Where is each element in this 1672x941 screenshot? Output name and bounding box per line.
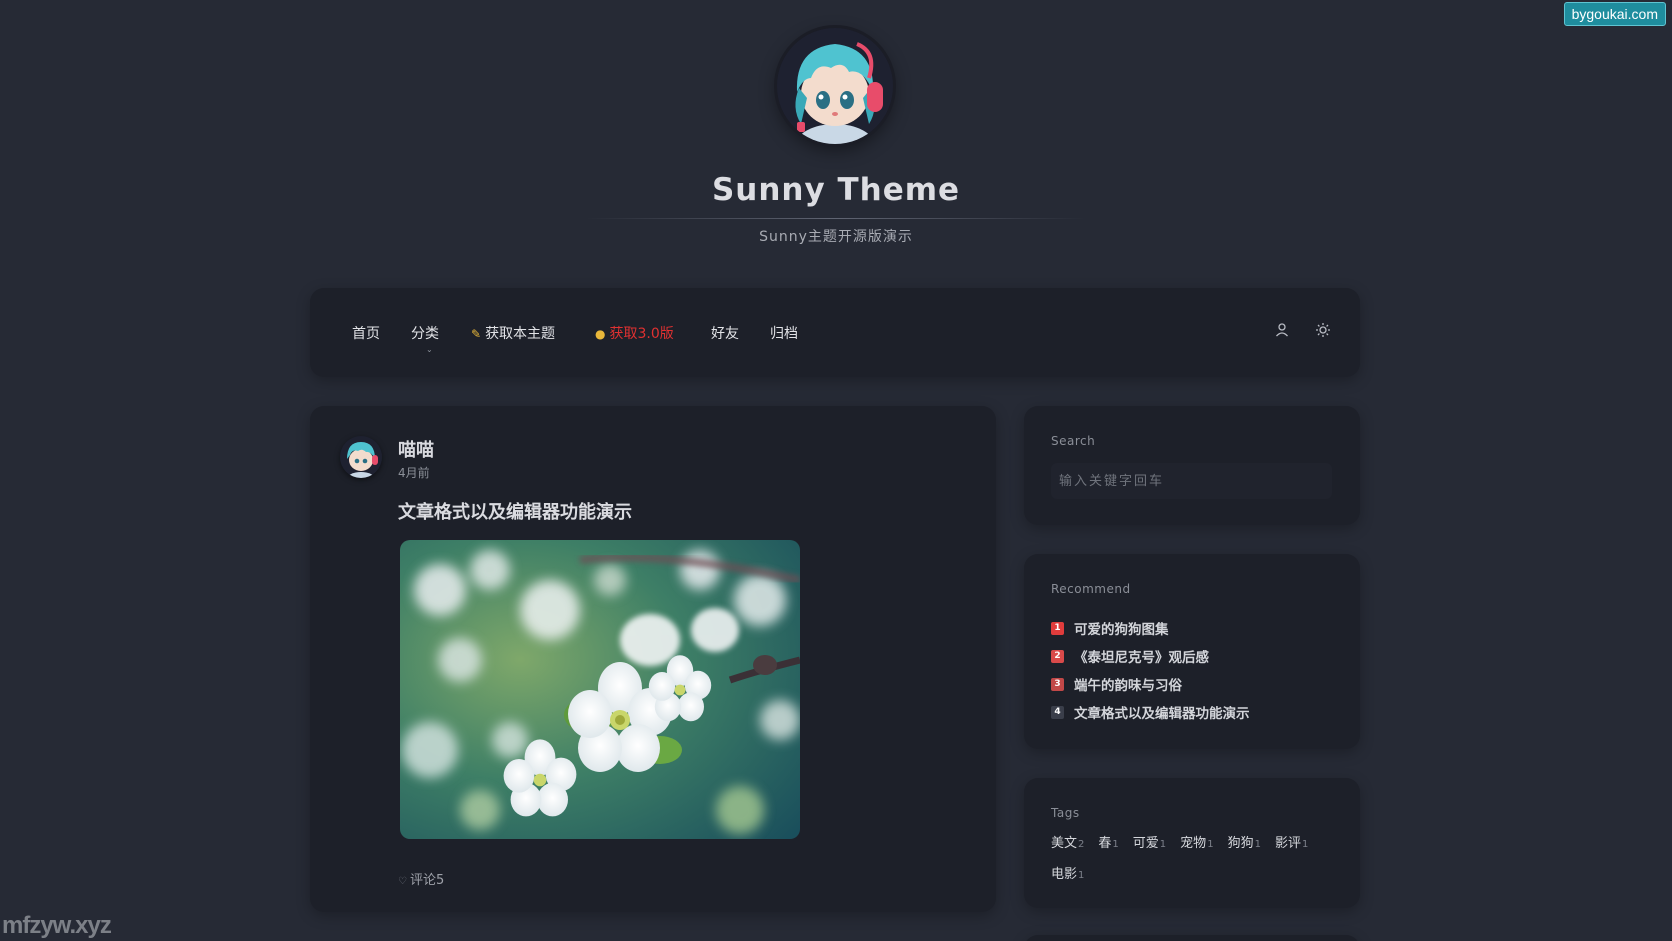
money-bag-icon: ● <box>595 327 606 341</box>
site-avatar <box>777 28 893 144</box>
post-card: 喵喵 4月前 文章格式以及编辑器功能演示 ♡ 评论5 <box>310 406 996 912</box>
search-input[interactable] <box>1051 463 1332 499</box>
watermark-bottom: mfzyw.xyz <box>2 912 112 939</box>
tags-widget: Tags 美文2 春1 可爱1 宠物1 狗狗1 影评1电影1 <box>1024 778 1360 908</box>
tag-name: 电影 <box>1051 867 1078 882</box>
rank-badge: 1 <box>1051 621 1064 635</box>
nav-category-label: 分类 <box>411 326 439 342</box>
tag-name: 春 <box>1098 836 1112 851</box>
tag-item[interactable]: 狗狗1 <box>1228 832 1261 851</box>
search-widget: Search <box>1024 406 1360 525</box>
pencil-icon: ✎ <box>471 327 482 341</box>
post-time: 4月前 <box>398 466 430 480</box>
main-navbar: 首页 分类 ⌄ ✎ 获取本主题 ● 获取3.0版 好友 归档 <box>310 288 1360 377</box>
tag-name: 美文 <box>1051 836 1078 851</box>
post-title[interactable]: 文章格式以及编辑器功能演示 <box>398 498 632 524</box>
nav-friends[interactable]: 好友 <box>711 323 739 343</box>
tag-count: 2 <box>1078 839 1085 850</box>
nav-home-label: 首页 <box>352 326 380 342</box>
nav-friends-label: 好友 <box>711 326 739 342</box>
recommend-widget: Recommend 1 可爱的狗狗图集 2 《泰坦尼克号》观后感 3 端午的韵味… <box>1024 554 1360 749</box>
tag-count: 1 <box>1078 870 1085 881</box>
tag-count: 1 <box>1207 839 1214 850</box>
rank-badge: 3 <box>1051 677 1064 691</box>
tag-item[interactable]: 美文2 <box>1051 832 1084 851</box>
rank-badge: 2 <box>1051 649 1064 663</box>
recommend-item[interactable]: 2 《泰坦尼克号》观后感 <box>1051 642 1250 670</box>
page: Sunny Theme Sunny主题开源版演示 首页 分类 ⌄ ✎ 获取本主题 … <box>0 0 1672 941</box>
nav-category[interactable]: 分类 ⌄ <box>411 323 439 354</box>
title-divider <box>586 218 1086 219</box>
heart-icon: ♡ <box>398 876 407 887</box>
tag-count: 1 <box>1301 839 1309 850</box>
watermark-top: bygoukai.com <box>1563 2 1666 26</box>
tag-count: 1 <box>1112 839 1119 850</box>
nav-archive-label: 归档 <box>770 326 798 342</box>
recommend-item[interactable]: 3 端午的韵味与习俗 <box>1051 670 1250 698</box>
tag-name: 狗狗 <box>1227 836 1254 851</box>
tag-item[interactable]: 春1 <box>1098 832 1118 851</box>
tag-cloud: 美文2 春1 可爱1 宠物1 狗狗1 影评1电影1 <box>1051 832 1341 894</box>
tag-count: 1 <box>1254 839 1261 850</box>
recommend-item[interactable]: 1 可爱的狗狗图集 <box>1051 614 1250 642</box>
site-subtitle: Sunny主题开源版演示 <box>759 229 913 245</box>
post-comments-label: 评论5 <box>409 873 445 888</box>
nav-get-v3[interactable]: ● 获取3.0版 <box>595 323 674 343</box>
recommend-list: 1 可爱的狗狗图集 2 《泰坦尼克号》观后感 3 端午的韵味与习俗 4 文章格式… <box>1051 614 1250 726</box>
tag-item[interactable]: 电影1 <box>1051 863 1084 882</box>
tag-item[interactable]: 宠物1 <box>1180 832 1213 851</box>
tag-item[interactable]: 可爱1 <box>1133 832 1166 851</box>
chevron-down-icon: ⌄ <box>426 345 433 354</box>
post-cover-image[interactable] <box>400 540 800 839</box>
tag-name: 影评 <box>1274 836 1301 851</box>
next-widget-edge <box>1024 935 1360 941</box>
post-comments-link[interactable]: ♡ 评论5 <box>398 869 444 888</box>
nav-archive[interactable]: 归档 <box>770 323 798 343</box>
recommend-item-title: 《泰坦尼克号》观后感 <box>1074 650 1209 666</box>
tag-count: 1 <box>1159 839 1167 850</box>
nav-get-theme-label: 获取本主题 <box>485 326 556 342</box>
tags-heading: Tags <box>1051 806 1080 820</box>
recommend-item-title: 文章格式以及编辑器功能演示 <box>1074 706 1250 722</box>
site-title: Sunny Theme <box>711 172 961 208</box>
recommend-item[interactable]: 4 文章格式以及编辑器功能演示 <box>1051 698 1250 726</box>
search-heading: Search <box>1051 434 1096 448</box>
tag-name: 宠物 <box>1180 836 1207 851</box>
sun-icon[interactable] <box>1314 321 1332 339</box>
recommend-item-title: 端午的韵味与习俗 <box>1074 678 1182 694</box>
rank-badge: 4 <box>1051 705 1064 719</box>
tag-item[interactable]: 影评1 <box>1275 832 1308 851</box>
nav-home[interactable]: 首页 <box>352 323 380 343</box>
author-avatar[interactable] <box>340 436 382 478</box>
tag-name: 可爱 <box>1132 836 1159 851</box>
post-author[interactable]: 喵喵 <box>398 436 434 462</box>
recommend-heading: Recommend <box>1051 582 1131 596</box>
user-icon[interactable] <box>1273 321 1291 339</box>
nav-get-theme[interactable]: ✎ 获取本主题 <box>471 323 555 343</box>
recommend-item-title: 可爱的狗狗图集 <box>1074 622 1169 638</box>
nav-get-v3-label: 获取3.0版 <box>609 326 674 342</box>
